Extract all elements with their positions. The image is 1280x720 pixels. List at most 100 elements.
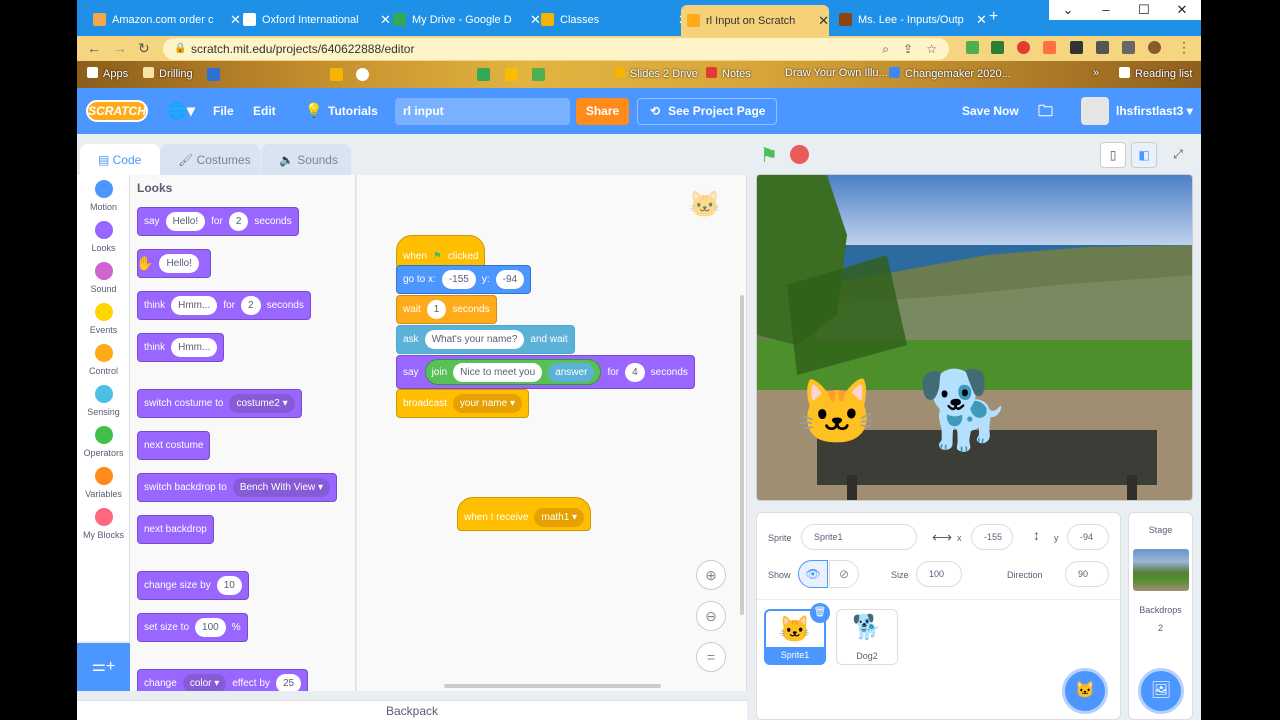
tutorials-menu[interactable]: Tutorials	[328, 104, 378, 118]
extension-icon[interactable]	[991, 41, 1004, 54]
more-bookmarks-icon[interactable]: »	[1093, 67, 1099, 79]
bookmark-favicon-icon[interactable]	[532, 68, 545, 81]
normal-stage-icon[interactable]: ◧	[1131, 142, 1157, 168]
bookmark-favicon-icon[interactable]	[330, 68, 343, 81]
browser-tab-active[interactable]: rl Input on Scratch ✕	[681, 5, 829, 36]
delete-sprite-icon[interactable]: 🗑	[810, 603, 830, 623]
block-input[interactable]: What's your name?	[424, 330, 525, 349]
workspace-vertical-scrollbar[interactable]	[740, 295, 744, 615]
block-wait[interactable]: wait 1 seconds	[396, 295, 497, 324]
block-input[interactable]: Nice to meet you	[453, 362, 543, 382]
close-tab-icon[interactable]: ✕	[818, 13, 829, 29]
bookmark-favicon-icon[interactable]	[477, 68, 490, 81]
tab-code[interactable]: ▤ Code	[80, 144, 160, 177]
block-input[interactable]: 4	[625, 362, 645, 382]
bookmark-item[interactable]: Drilling	[143, 67, 193, 80]
project-title-input[interactable]: rl input	[395, 98, 570, 125]
direction-input[interactable]: 90	[1065, 561, 1109, 587]
effect-dropdown[interactable]: color ▾	[182, 674, 227, 691]
category-my-blocks[interactable]: My Blocks	[77, 508, 130, 540]
google-icon[interactable]	[356, 68, 369, 81]
forward-icon[interactable]: →	[113, 40, 127, 56]
block-change-size[interactable]: change size by 10	[137, 571, 249, 600]
block-broadcast[interactable]: broadcast your name ▾	[396, 389, 529, 418]
username-menu[interactable]: lhsfirstlast3 ▾	[1116, 104, 1193, 118]
hide-sprite-icon[interactable]: ⊘	[829, 560, 859, 588]
message-dropdown[interactable]: math1 ▾	[534, 507, 585, 527]
block-input[interactable]: Hello!	[159, 254, 200, 273]
my-stuff-folder-icon[interactable]: 🗀	[1038, 101, 1053, 126]
zoom-out-button[interactable]: ⊖	[696, 601, 726, 631]
extensions-puzzle-icon[interactable]	[1122, 41, 1135, 54]
add-extension-button[interactable]: ⚌+	[77, 643, 130, 691]
sprite-name-input[interactable]: Sprite1	[801, 524, 917, 550]
block-input[interactable]: 2	[228, 212, 249, 231]
costume-dropdown[interactable]: costume2 ▾	[229, 394, 295, 413]
block-input[interactable]: 25	[275, 674, 302, 691]
scratch-logo[interactable]: SCRATCH	[86, 100, 148, 122]
minimize-icon[interactable]: –	[1087, 0, 1125, 20]
category-control[interactable]: Control	[77, 344, 130, 376]
block-change-effect[interactable]: change color ▾ effect by 25	[137, 669, 309, 691]
block-say[interactable]: ✋ Hello!	[136, 249, 211, 278]
choose-backdrop-button[interactable]: 🖼	[1138, 668, 1184, 714]
stop-icon[interactable]	[790, 145, 809, 164]
block-answer[interactable]: answer	[548, 362, 595, 382]
category-looks[interactable]: Looks	[77, 221, 130, 253]
zoom-reset-button[interactable]: =	[696, 642, 726, 672]
block-go-to-xy[interactable]: go to x: -155 y: -94	[396, 265, 532, 294]
cat-sprite-icon[interactable]: 🐱	[797, 375, 877, 450]
bookmark-star-icon[interactable]: ☆	[926, 38, 937, 60]
block-switch-backdrop[interactable]: switch backdrop to Bench With View ▾	[137, 473, 338, 502]
block-ask-and-wait[interactable]: ask What's your name? and wait	[396, 325, 575, 354]
maximize-icon[interactable]: ☐	[1125, 0, 1163, 20]
script-workspace[interactable]: 🐱 when ⚑ clicked go to x: -155 y: -94 wait 1 se…	[357, 175, 747, 691]
reload-icon[interactable]: ↻	[138, 40, 150, 57]
block-say-for-secs[interactable]: say Hello! for 2 seconds	[137, 207, 299, 236]
bookmark-item[interactable]: Changemaker 2020...	[889, 67, 1011, 80]
browser-tab[interactable]: Classes✕	[535, 7, 689, 32]
stage-canvas[interactable]: 🐱 🐕	[756, 174, 1193, 501]
extension-icon[interactable]	[966, 41, 979, 54]
see-project-page-button[interactable]: ⟲ See Project Page	[637, 98, 777, 125]
drive-icon[interactable]	[505, 68, 518, 81]
block-input[interactable]: -155	[441, 270, 476, 289]
close-tab-icon[interactable]: ✕	[976, 12, 987, 28]
share-icon[interactable]: ⇪	[903, 38, 913, 60]
sprite-tile-sprite1[interactable]: 🐱 Sprite1 🗑	[764, 603, 830, 665]
category-operators[interactable]: Operators	[77, 426, 130, 458]
block-input[interactable]: -94	[495, 270, 525, 289]
save-now-button[interactable]: Save Now	[962, 104, 1019, 118]
block-input[interactable]: Hmm...	[171, 296, 218, 315]
workspace-horizontal-scrollbar[interactable]	[444, 684, 661, 688]
show-sprite-icon[interactable]: 👁	[798, 560, 828, 588]
small-stage-icon[interactable]: ▯	[1100, 142, 1126, 168]
block-input[interactable]: 1	[426, 300, 447, 319]
backdrop-dropdown[interactable]: Bench With View ▾	[232, 478, 331, 497]
block-join[interactable]: join Nice to meet you answer	[424, 359, 602, 385]
stage-selector-panel[interactable]: Stage Backdrops 2 🖼	[1128, 512, 1193, 720]
block-input[interactable]: Hello!	[165, 212, 206, 231]
browser-tab[interactable]: Ms. Lee - Inputs/Outp ✕	[833, 7, 987, 32]
category-sound[interactable]: Sound	[77, 262, 130, 294]
block-input[interactable]: 2	[241, 296, 261, 315]
fullscreen-icon[interactable]: ⤢	[1165, 142, 1191, 168]
category-variables[interactable]: Variables	[77, 467, 130, 499]
file-menu[interactable]: File	[213, 104, 234, 118]
block-input[interactable]: Hmm...	[171, 338, 218, 357]
url-input[interactable]: 🔒 scratch.mit.edu/projects/640622888/edit…	[163, 38, 949, 60]
browser-tab[interactable]: My Drive - Google D ✕	[387, 7, 541, 32]
globe-language-icon[interactable]: 🌐▾	[167, 101, 195, 121]
browser-tab[interactable]: Oxford International ✕	[237, 7, 391, 32]
profile-avatar-icon[interactable]	[1148, 41, 1161, 54]
category-motion[interactable]: Motion	[77, 180, 130, 212]
extension-icon[interactable]	[1017, 41, 1030, 54]
browser-tab[interactable]: Amazon.com order c ✕	[87, 7, 241, 32]
tab-costumes[interactable]: 🖌 Costumes	[160, 144, 260, 176]
tab-sounds[interactable]: 🔈 Sounds	[261, 144, 351, 176]
block-when-flag-clicked[interactable]: when ⚑ clicked	[396, 235, 486, 269]
block-next-backdrop[interactable]: next backdrop	[137, 515, 214, 544]
bookmark-favicon-icon[interactable]	[207, 68, 220, 81]
block-input[interactable]: 100	[195, 618, 226, 637]
size-input[interactable]: 100	[916, 561, 962, 587]
